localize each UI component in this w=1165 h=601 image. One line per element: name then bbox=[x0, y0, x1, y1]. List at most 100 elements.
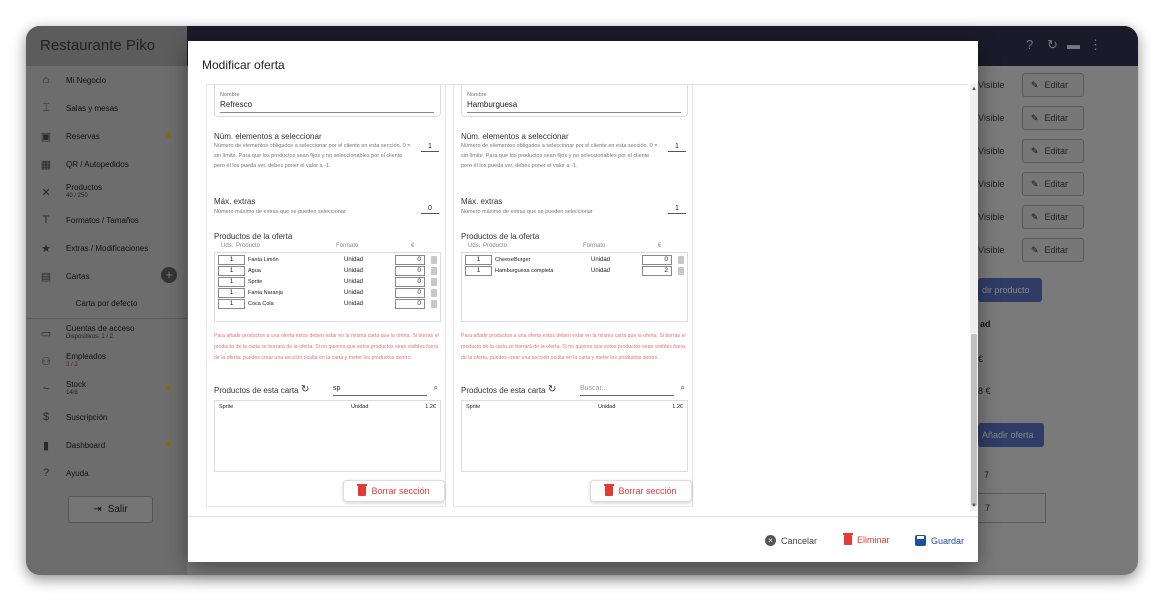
visible-toggle[interactable]: Visible bbox=[978, 139, 1016, 163]
sidebar-item[interactable]: ⌶ Salas y mesas bbox=[26, 94, 187, 122]
product-qty-input[interactable]: 1 bbox=[465, 266, 492, 276]
add-carta-icon[interactable]: + bbox=[161, 267, 177, 283]
section-name-field[interactable]: Nombre Refresco bbox=[214, 85, 441, 117]
visible-toggle[interactable]: Visible bbox=[978, 106, 1016, 130]
sidebar-item-label: Formatos / Tamaños bbox=[66, 216, 139, 225]
delete-button[interactable]: Eliminar bbox=[843, 533, 890, 545]
scroll-up-icon[interactable]: ▲ bbox=[971, 86, 977, 92]
sidebar-item[interactable]: ? Ayuda bbox=[26, 459, 187, 487]
visible-toggle[interactable]: Visible bbox=[978, 205, 1016, 229]
save-button[interactable]: Guardar bbox=[915, 535, 964, 546]
list-item[interactable]: Sprite Unidad 1.2€ bbox=[215, 404, 440, 414]
offer-qty-1: 7 bbox=[984, 470, 990, 480]
delete-section-button[interactable]: Borrar sección bbox=[343, 480, 445, 502]
refresh-icon[interactable]: ↻ bbox=[1047, 37, 1058, 53]
logout-button[interactable]: ⇥ Salir bbox=[68, 496, 153, 523]
sidebar-item[interactable]: ~ Stock 14/8 ★ bbox=[26, 375, 187, 403]
edit-button[interactable]: ✎ Editar bbox=[1022, 106, 1084, 130]
delete-product-icon[interactable] bbox=[678, 267, 684, 275]
delete-product-icon[interactable] bbox=[431, 278, 437, 286]
refresh-icon[interactable]: ↻ bbox=[548, 384, 556, 395]
print-icon[interactable]: ▬ bbox=[1067, 37, 1080, 52]
sidebar-item-text: Cartas bbox=[66, 271, 90, 281]
product-price-input[interactable]: 0 bbox=[395, 288, 425, 298]
product-price-input[interactable]: 0 bbox=[395, 255, 425, 265]
section-name-input[interactable]: Refresco bbox=[220, 100, 252, 109]
sidebar-item[interactable]: ▦ QR / Autopedidos bbox=[26, 150, 187, 178]
help-icon[interactable]: ? bbox=[1026, 37, 1033, 52]
sidebar-item[interactable]: ⌂ Mi Negocio bbox=[26, 66, 187, 94]
sidebar-item[interactable]: ▣ Reservas ★ bbox=[26, 122, 187, 150]
delete-product-icon[interactable] bbox=[431, 256, 437, 264]
sidebar-item[interactable]: ⚇ Empleados 3 / 3 bbox=[26, 347, 187, 375]
visible-toggle[interactable]: Visible bbox=[978, 172, 1016, 196]
product-qty-input[interactable]: 1 bbox=[218, 266, 245, 276]
product-qty-input[interactable]: 1 bbox=[218, 288, 245, 298]
more-vert-icon[interactable]: ⋮ bbox=[1089, 37, 1102, 53]
sidebar-item[interactable]: T Formatos / Tamaños bbox=[26, 206, 187, 234]
product-price-input[interactable]: 0 bbox=[395, 266, 425, 276]
sidebar-item-label: Suscripción bbox=[66, 413, 107, 422]
sidebar-item-carta-default[interactable]: Carta por defecto bbox=[26, 290, 187, 318]
search-input[interactable]: Buscar... bbox=[580, 384, 674, 396]
edit-button[interactable]: ✎ Editar bbox=[1022, 73, 1084, 97]
sidebar-item-label: Salas y mesas bbox=[66, 104, 118, 113]
num-elements-title: Núm. elementos a seleccionar bbox=[461, 132, 569, 141]
section-name-label: Nombre bbox=[220, 92, 240, 98]
product-price-input[interactable]: 0 bbox=[642, 255, 672, 265]
visible-toggle[interactable]: Visible bbox=[978, 238, 1016, 262]
table-icon: ⌶ bbox=[42, 101, 50, 114]
product-qty-input[interactable]: 1 bbox=[218, 277, 245, 287]
product-price-input[interactable]: 0 bbox=[395, 299, 425, 309]
sidebar-item[interactable]: ▭ Cuentas de acceso Dispositivos: 1 / 2 bbox=[26, 319, 187, 347]
max-extras-input[interactable]: 1 bbox=[668, 205, 686, 214]
refresh-icon[interactable]: ↻ bbox=[301, 384, 309, 395]
delete-product-icon[interactable] bbox=[431, 267, 437, 275]
offer-products-title: Productos de la oferta bbox=[214, 232, 293, 241]
cancel-button[interactable]: × Cancelar bbox=[765, 535, 817, 546]
sidebar-item[interactable]: ★ Extras / Modificaciones bbox=[26, 234, 187, 262]
delete-section-label: Borrar sección bbox=[618, 486, 677, 496]
max-extras-title: Máx. extras bbox=[461, 197, 503, 206]
product-format: Unidad bbox=[591, 257, 611, 263]
product-price-input[interactable]: 2 bbox=[642, 266, 672, 276]
product-price-input[interactable]: 0 bbox=[395, 277, 425, 287]
list-item[interactable]: Sprite Unidad 1.2€ bbox=[462, 404, 687, 414]
add-product-button[interactable]: dir producto bbox=[978, 278, 1042, 302]
edit-button[interactable]: ✎ Editar bbox=[1022, 172, 1084, 196]
product-qty-input[interactable]: 1 bbox=[218, 255, 245, 265]
search-icon[interactable]: ⌕ bbox=[434, 383, 438, 393]
num-elements-input[interactable]: 1 bbox=[668, 143, 686, 152]
search-input[interactable]: sp bbox=[333, 384, 427, 396]
delete-product-icon[interactable] bbox=[678, 256, 684, 264]
sidebar-item[interactable]: ▮ Dashboard ★ bbox=[26, 431, 187, 459]
delete-product-icon[interactable] bbox=[431, 300, 437, 308]
sidebar-menu-secondary: ▭ Cuentas de acceso Dispositivos: 1 / 2 ⚇ Em… bbox=[26, 319, 187, 487]
delete-product-icon[interactable] bbox=[431, 289, 437, 297]
product-format: Unidad bbox=[344, 290, 364, 296]
sidebar-item-text: Stock bbox=[66, 380, 87, 389]
add-offer-button[interactable]: Añadir oferta bbox=[978, 423, 1044, 447]
section-name-field[interactable]: Nombre Hamburguesa bbox=[461, 85, 688, 117]
edit-button[interactable]: ✎ Editar bbox=[1022, 139, 1084, 163]
edit-button[interactable]: ✎ Editar bbox=[1022, 205, 1084, 229]
sidebar-item[interactable]: ▤ Cartas + bbox=[26, 262, 187, 290]
edit-button[interactable]: ✎ Editar bbox=[1022, 238, 1084, 262]
scroll-thumb[interactable] bbox=[971, 334, 977, 506]
sidebar-item[interactable]: $ Suscripción bbox=[26, 403, 187, 431]
product-qty-input[interactable]: 1 bbox=[218, 299, 245, 309]
logout-label: Salir bbox=[107, 504, 128, 515]
scroll-down-icon[interactable]: ▼ bbox=[971, 503, 977, 509]
max-extras-desc: Número máximo de extras que se pueden se… bbox=[214, 209, 346, 215]
delete-section-button[interactable]: Borrar sección bbox=[590, 480, 692, 502]
search-icon[interactable]: ⌕ bbox=[681, 383, 685, 393]
sidebar-item[interactable]: ✕ Productos 40 / 250 bbox=[26, 178, 187, 206]
section-name-input[interactable]: Hamburguesa bbox=[467, 100, 517, 109]
dialog-scrollbar[interactable]: ▲ ▼ bbox=[970, 84, 978, 511]
visible-toggle[interactable]: Visible bbox=[978, 73, 1016, 97]
sidebar-item-text: Cuentas de acceso bbox=[66, 324, 135, 333]
table-row: 1 Fanta Limón Unidad 0 bbox=[215, 255, 440, 265]
product-qty-input[interactable]: 1 bbox=[465, 255, 492, 265]
max-extras-input[interactable]: 0 bbox=[421, 205, 439, 214]
num-elements-input[interactable]: 1 bbox=[421, 143, 439, 152]
